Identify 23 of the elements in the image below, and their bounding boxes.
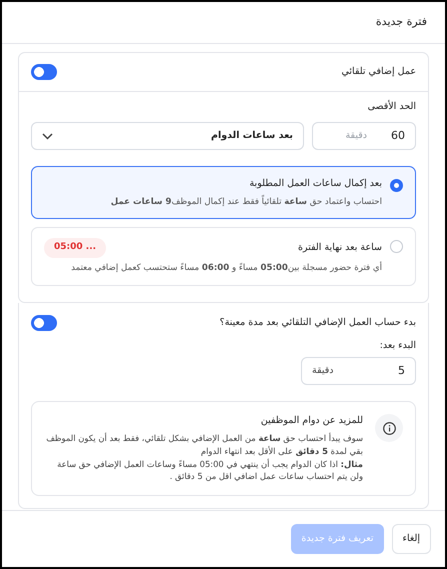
toggle-switch[interactable]: [31, 64, 57, 80]
info-text: مثال: اذا كان الدوام يجب أن ينتهي في 05:00 مساءً وساعات العمل الإضافي حق ساعة ولن يتم احتساب ساعات عمل اضافي اقل من 5 دقائق .: [56, 458, 363, 483]
option-title: بعد إكمال ساعات العمل المطلوبة: [249, 177, 382, 192]
section-title: بدء حساب العمل الإضافي التلقائي بعد مدة معينة؟: [220, 316, 416, 330]
cancel-button[interactable]: إلغاء: [392, 524, 431, 554]
select-dropdown[interactable]: بعد ساعات الدوام: [31, 122, 304, 150]
value-input[interactable]: 60: [375, 128, 405, 144]
section-title: عمل إضافي تلقائي: [341, 64, 416, 79]
field-label: الحد الأقصى: [366, 100, 416, 114]
time-badge: 05:00 ...: [44, 238, 106, 258]
value-input[interactable]: 5: [342, 362, 405, 380]
chevron-down-icon: [42, 132, 53, 140]
info-icon: [382, 422, 396, 435]
radio-option[interactable]: بعد إكمال ساعات العمل المطلوبة احتساب واعتماد حق ساعة تلقائياً فقط عند إكمال الموظف9 ساعات عمل: [31, 166, 416, 220]
field-label: البدء بعد:: [378, 338, 416, 353]
option-description: احتساب واعتماد حق ساعة تلقائياً فقط عند إكمال الموظف9 ساعات عمل: [110, 196, 382, 208]
info-title: للمزيد عن دوام الموظفين: [260, 414, 363, 428]
option-title: ساعة بعد نهاية الفترة: [298, 241, 382, 256]
radio-button[interactable]: [390, 240, 403, 254]
dialog-title: فترة جديدة: [376, 14, 427, 30]
radio-button[interactable]: [390, 179, 403, 192]
info-text: سوف يبدأ احتساب حق ساعة من العمل الإضافي بشكل تلقائي، فقط بعد أن يكون الموظف بقي لمدة 5 دقائق على الأقل بعد انتهاء الدوام: [45, 432, 363, 458]
toggle-switch[interactable]: [31, 314, 57, 331]
